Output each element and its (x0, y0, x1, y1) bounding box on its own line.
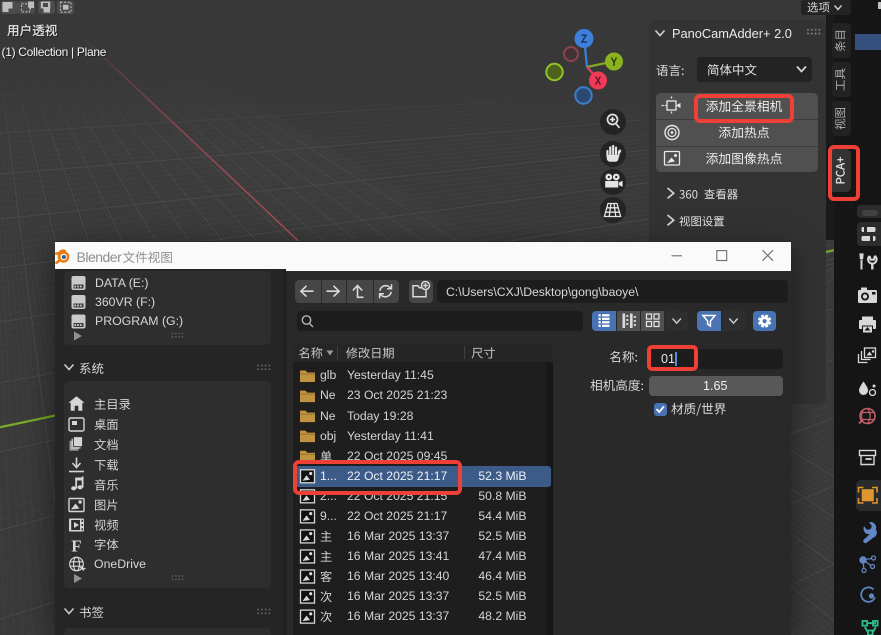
svg-text:F: F (71, 537, 81, 556)
